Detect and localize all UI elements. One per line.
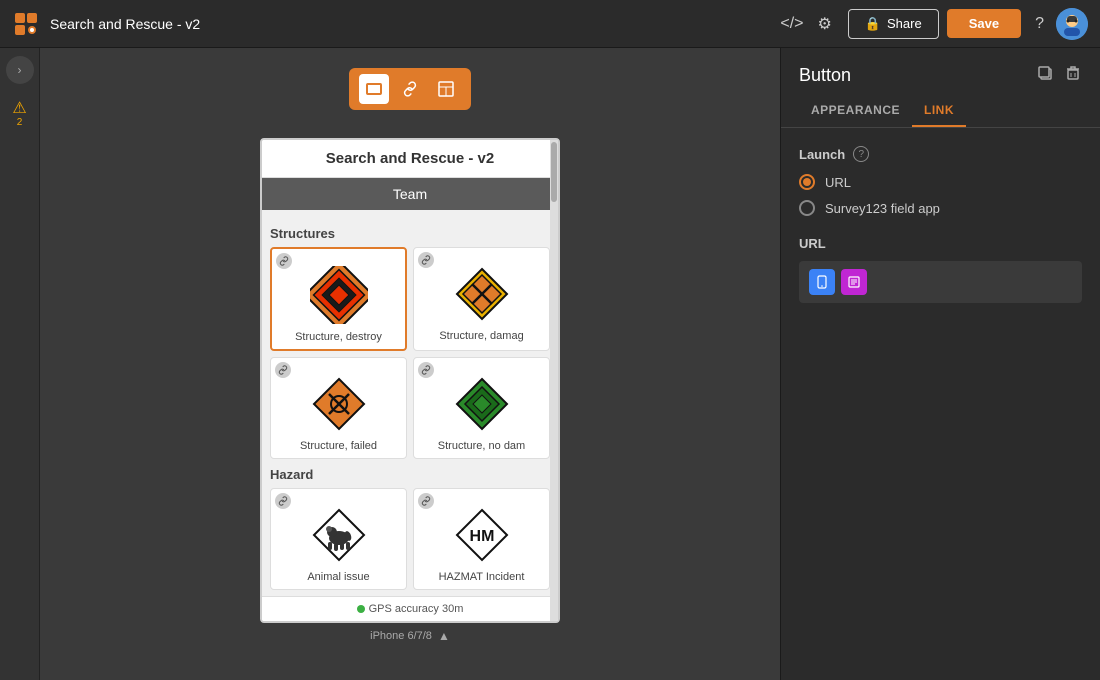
- structures-label: Structures: [270, 226, 550, 241]
- radio-url-inner: [803, 178, 811, 186]
- share-button[interactable]: 🔒 Share: [848, 9, 939, 39]
- radio-survey123-outer: [799, 200, 815, 216]
- tab-appearance[interactable]: APPEARANCE: [799, 95, 912, 127]
- delete-button[interactable]: [1064, 64, 1082, 87]
- card-link-icon-failed: [275, 362, 291, 378]
- save-button[interactable]: Save: [947, 9, 1021, 38]
- scroll-bar[interactable]: [550, 140, 558, 621]
- url-chip-phone: [809, 269, 835, 295]
- rect-tool-button[interactable]: [359, 74, 389, 104]
- gps-text: GPS accuracy 30m: [369, 603, 464, 615]
- topbar-tools: </> ⚙: [780, 14, 831, 34]
- radio-url-label: URL: [825, 175, 851, 190]
- warning-icon: ⚠: [12, 101, 26, 117]
- card-link-icon-damaged: [418, 252, 434, 268]
- card-damaged[interactable]: Structure, damag: [413, 247, 550, 351]
- phone-model-label: iPhone 6/7/8: [370, 630, 432, 642]
- card-link-icon-destroy: [276, 253, 292, 269]
- phone-frame: Search and Rescue - v2 Team Structures: [260, 138, 560, 623]
- tab-link[interactable]: LINK: [912, 95, 966, 127]
- phone-footer-arrow[interactable]: ▲: [438, 629, 450, 643]
- panel-body: Launch ? URL Survey123 field app: [781, 128, 1100, 680]
- panel-title: Button: [799, 65, 851, 86]
- panel-tabs: APPEARANCE LINK: [781, 95, 1100, 128]
- card-nodam[interactable]: Structure, no dam: [413, 357, 550, 459]
- launch-section-header: Launch ?: [799, 146, 1082, 162]
- settings-icon[interactable]: ⚙: [817, 14, 831, 34]
- code-icon[interactable]: </>: [780, 15, 803, 33]
- card-img-animal: [307, 503, 371, 567]
- launch-help-icon[interactable]: ?: [853, 146, 869, 162]
- lock-icon: 🔒: [865, 16, 881, 32]
- phone-team-header: Team: [262, 178, 558, 210]
- radio-url[interactable]: URL: [799, 174, 1082, 190]
- radio-survey123-label: Survey123 field app: [825, 201, 940, 216]
- gps-bar: GPS accuracy 30m: [262, 596, 558, 621]
- url-section: URL: [799, 236, 1082, 303]
- card-link-icon-nodam: [418, 362, 434, 378]
- url-label: URL: [799, 236, 1082, 251]
- card-img-failed: [307, 372, 371, 436]
- url-chip-survey: [841, 269, 867, 295]
- radio-survey123[interactable]: Survey123 field app: [799, 200, 1082, 216]
- hazard-label: Hazard: [270, 467, 550, 482]
- card-img-nodam: [450, 372, 514, 436]
- launch-radio-group: URL Survey123 field app: [799, 174, 1082, 216]
- right-panel: Button: [780, 48, 1100, 680]
- warning-count: 2: [17, 117, 23, 128]
- app-logo: [12, 10, 40, 38]
- user-avatar[interactable]: [1056, 8, 1088, 40]
- warning-indicator[interactable]: ⚠ 2: [6, 100, 34, 128]
- panel-actions: [1036, 64, 1082, 87]
- card-label-hazmat: HAZMAT Incident: [439, 571, 525, 583]
- hazard-grid: Animal issue: [270, 488, 550, 590]
- card-label-animal: Animal issue: [307, 571, 369, 583]
- phone-footer: iPhone 6/7/8 ▲: [370, 629, 450, 643]
- card-hazmat[interactable]: HM HAZMAT Incident: [413, 488, 550, 590]
- launch-section: Launch ? URL Survey123 field app: [799, 146, 1082, 216]
- help-icon[interactable]: ?: [1035, 15, 1044, 33]
- card-label-nodam: Structure, no dam: [438, 440, 525, 452]
- card-label-damaged: Structure, damag: [439, 330, 523, 342]
- gps-dot: [357, 605, 365, 613]
- card-label-destroy: Structure, destroy: [295, 331, 382, 343]
- url-input-bar[interactable]: [799, 261, 1082, 303]
- structures-grid: Structure, destroy: [270, 247, 550, 459]
- phone-title: Search and Rescue - v2: [262, 140, 558, 178]
- card-failed[interactable]: Structure, failed: [270, 357, 407, 459]
- topbar: Search and Rescue - v2 </> ⚙ 🔒 Share Sav…: [0, 0, 1100, 48]
- main-area: › ⚠ 2: [0, 48, 1100, 680]
- svg-text:HM: HM: [469, 528, 494, 545]
- left-sidebar: › ⚠ 2: [0, 48, 40, 680]
- card-link-icon-hazmat: [418, 493, 434, 509]
- card-img-destroy: [307, 263, 371, 327]
- duplicate-button[interactable]: [1036, 64, 1054, 87]
- sidebar-toggle[interactable]: ›: [6, 56, 34, 84]
- card-img-damaged: [450, 262, 514, 326]
- scroll-thumb: [551, 142, 557, 202]
- phone-frame-wrapper: Search and Rescue - v2 Team Structures: [260, 138, 560, 643]
- app-title: Search and Rescue - v2: [50, 16, 780, 32]
- card-img-hazmat: HM: [450, 503, 514, 567]
- device-toolbar: [349, 68, 471, 110]
- radio-url-outer: [799, 174, 815, 190]
- link-tool-button[interactable]: [395, 74, 425, 104]
- card-destroy[interactable]: Structure, destroy: [270, 247, 407, 351]
- layout-tool-button[interactable]: [431, 74, 461, 104]
- canvas-area: Search and Rescue - v2 Team Structures: [40, 48, 780, 680]
- card-animal[interactable]: Animal issue: [270, 488, 407, 590]
- card-link-icon-animal: [275, 493, 291, 509]
- right-panel-header: Button: [781, 48, 1100, 95]
- launch-label: Launch: [799, 147, 845, 162]
- card-label-failed: Structure, failed: [300, 440, 377, 452]
- phone-content: Structures: [262, 210, 558, 590]
